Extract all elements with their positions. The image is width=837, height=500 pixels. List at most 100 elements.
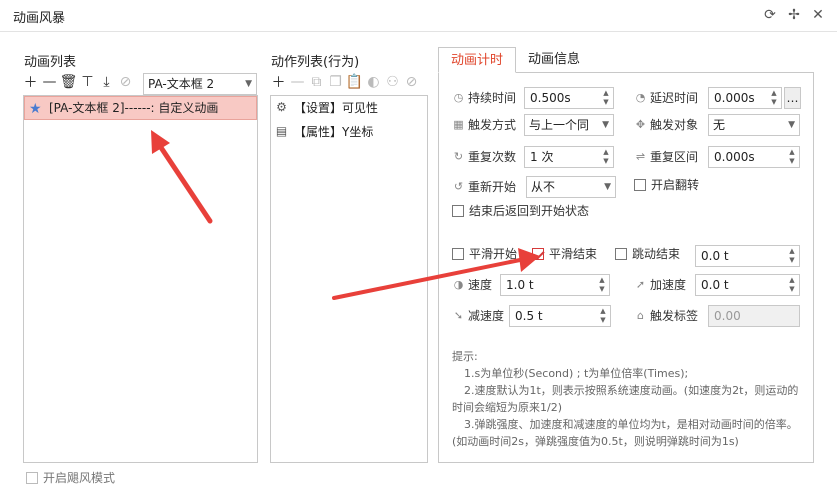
- acceleration-input[interactable]: 0.0 t ▲ ▼: [695, 274, 800, 296]
- duration-input[interactable]: 0.500s ▲ ▼: [524, 87, 614, 109]
- action-list-title: 动作列表(行为): [271, 55, 360, 70]
- chevron-down-icon: ▼: [788, 120, 795, 130]
- repeat-range-input[interactable]: 0.000s ▲ ▼: [708, 146, 800, 168]
- tab-animation-info[interactable]: 动画信息: [516, 47, 592, 73]
- add-action-icon[interactable]: ＋: [270, 73, 287, 91]
- restart-icon: ↺: [453, 180, 464, 193]
- tips-line-1: 1.s为单位秒(Second) ; t为单位倍率(Times);: [464, 367, 689, 380]
- repeat-icon: ↻: [453, 150, 464, 163]
- bounce-input[interactable]: 0.0 t ▲ ▼: [695, 245, 800, 267]
- action-item-y-coordinate[interactable]: ▤ 【属性】Y坐标: [274, 121, 374, 143]
- hurricane-mode-label: 开启飓风模式: [43, 471, 116, 485]
- hurricane-mode-checkbox[interactable]: 开启飓风模式: [26, 470, 115, 488]
- title-bar: 动画风暴 ⟳ ✢ ✕: [0, 0, 837, 32]
- trigger-target-select[interactable]: 无 ▼: [708, 114, 800, 136]
- tag-icon: ⌂: [637, 309, 644, 322]
- smooth-start-checkbox[interactable]: 平滑开始: [452, 246, 517, 264]
- trigger-mode-label: ▦ 触发方式: [453, 118, 517, 132]
- action-list-toolbar: ＋ — ⧉ ❐ 📋 ◐ ⚇ ⊘: [270, 73, 420, 91]
- trigger-target-label: ✥ 触发对象: [635, 118, 699, 132]
- chevron-down-icon: ▼: [602, 120, 609, 130]
- speed-label: ◑ 速度: [453, 278, 493, 292]
- checkbox-box: [452, 248, 464, 260]
- checkbox-box: [615, 248, 627, 260]
- more-button[interactable]: …: [784, 87, 801, 109]
- pin-icon[interactable]: ✢: [785, 6, 803, 24]
- decelerate-icon: ➘: [453, 309, 464, 322]
- range-icon: ⇌: [635, 150, 646, 163]
- chevron-down-icon: ▼: [245, 79, 252, 89]
- checkbox-box: [634, 179, 646, 191]
- gear-icon: ⚙: [276, 100, 287, 114]
- restart-select[interactable]: 从不 ▼: [526, 176, 616, 198]
- clock-icon: ◷: [453, 91, 464, 104]
- tab-animation-timing[interactable]: 动画计时: [438, 47, 517, 73]
- animation-list-panel: [23, 95, 258, 463]
- spinner-icon[interactable]: ▲ ▼: [598, 307, 608, 325]
- link-icon[interactable]: ⊘: [117, 73, 134, 90]
- remove-action-icon[interactable]: —: [289, 73, 306, 90]
- restart-label: ↺ 重新开始: [453, 180, 517, 194]
- tips-line-3: 3.弹跳强度、加速度和减速度的单位均为t，是相对动画时间的倍率。(如动画时间2s…: [452, 418, 798, 448]
- paste-icon[interactable]: 📋: [346, 73, 363, 90]
- deceleration-label: ➘ 减速度: [453, 309, 505, 323]
- repeat-range-label: ⇌ 重复区间: [635, 150, 699, 164]
- spinner-icon[interactable]: ▲ ▼: [601, 89, 611, 107]
- split-icon[interactable]: ◐: [365, 73, 382, 90]
- move-top-icon[interactable]: ⊤: [79, 73, 96, 90]
- trigger-mode-select[interactable]: 与上一个同 ▼: [524, 114, 614, 136]
- spinner-icon[interactable]: ▲ ▼: [597, 276, 607, 294]
- speed-input[interactable]: 1.0 t ▲ ▼: [500, 274, 610, 296]
- smooth-end-checkbox[interactable]: 平滑结束: [532, 246, 597, 264]
- repeat-count-label: ↻ 重复次数: [453, 150, 517, 164]
- delete-icon[interactable]: 🗑: [60, 73, 78, 90]
- repeat-count-input[interactable]: 1 次 ▲ ▼: [524, 146, 614, 168]
- flip-checkbox[interactable]: 开启翻转: [634, 177, 699, 195]
- checkbox-box-checked: [532, 248, 544, 260]
- chevron-down-icon: ▼: [604, 182, 611, 192]
- window-title: 动画风暴: [13, 11, 66, 26]
- star-icon: ★: [29, 101, 42, 117]
- action-item-label: 【设置】可见性: [294, 101, 379, 115]
- delay-label: ◔ 延迟时间: [635, 91, 699, 105]
- delay-input[interactable]: 0.000s ▲ ▼: [708, 87, 782, 109]
- copy-icon[interactable]: ❐: [327, 73, 344, 90]
- trigger-tag-label: ⌂ 触发标签: [634, 305, 698, 327]
- checkbox-box: [452, 205, 464, 217]
- trigger-tag-input[interactable]: 0.00: [708, 305, 800, 327]
- deceleration-input[interactable]: 0.5 t ▲ ▼: [509, 305, 611, 327]
- grid-icon: ▦: [453, 118, 464, 131]
- spinner-icon[interactable]: ▲ ▼: [601, 148, 611, 166]
- add-icon[interactable]: ＋: [22, 73, 39, 91]
- bounce-end-checkbox[interactable]: 跳动结束: [615, 246, 680, 264]
- target-icon: ✥: [635, 118, 646, 131]
- close-icon[interactable]: ✕: [809, 6, 827, 24]
- animation-item-label: [PA-文本框 2]------: 自定义动画: [49, 101, 219, 115]
- tab-bar: 动画计时 动画信息: [438, 47, 592, 73]
- refresh-icon[interactable]: ⟳: [761, 6, 779, 24]
- action-item-visibility[interactable]: ⚙ 【设置】可见性: [274, 97, 378, 119]
- unlink-icon[interactable]: ⊘: [403, 73, 420, 90]
- action-list-panel: [270, 95, 428, 463]
- target-select[interactable]: PA-文本框 2 ▼: [143, 73, 257, 95]
- return-to-start-checkbox[interactable]: 结束后返回到开始状态: [452, 203, 589, 221]
- move-down-icon[interactable]: ⤓: [98, 73, 115, 90]
- spinner-icon[interactable]: ▲ ▼: [769, 89, 779, 107]
- tips-heading: 提示:: [452, 350, 478, 363]
- checkbox-box: [26, 472, 38, 484]
- animation-list-item[interactable]: ★ [PA-文本框 2]------: 自定义动画: [24, 96, 257, 120]
- spinner-icon[interactable]: ▲ ▼: [787, 247, 797, 265]
- document-icon: ▤: [275, 124, 288, 138]
- animation-list-toolbar: ＋ — 🗑 ⊤ ⤓ ⊘: [22, 73, 134, 91]
- timer-icon: ◔: [635, 91, 646, 104]
- animation-list-title: 动画列表: [24, 55, 77, 70]
- speed-icon: ◑: [453, 278, 464, 291]
- spinner-icon[interactable]: ▲ ▼: [787, 148, 797, 166]
- group-icon[interactable]: ⚇: [384, 73, 401, 90]
- action-item-label: 【属性】Y坐标: [294, 125, 374, 139]
- acceleration-label: ➚ 加速度: [635, 278, 687, 292]
- remove-icon[interactable]: —: [41, 73, 58, 90]
- cut-icon[interactable]: ⧉: [308, 73, 325, 90]
- spinner-icon[interactable]: ▲ ▼: [787, 276, 797, 294]
- accelerate-icon: ➚: [635, 278, 646, 291]
